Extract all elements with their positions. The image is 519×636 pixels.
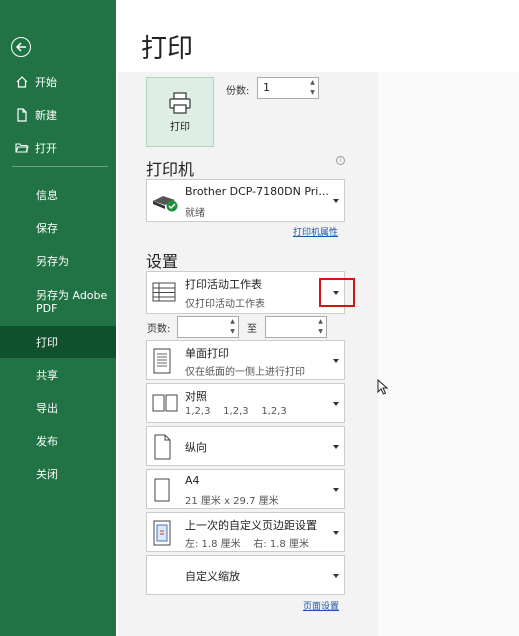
- printer-properties-link[interactable]: 打印机属性: [293, 225, 338, 238]
- chevron-down-icon: [333, 445, 339, 449]
- scaling-dropdown[interactable]: 自定义缩放: [146, 555, 345, 595]
- pages-label: 页数:: [147, 324, 171, 335]
- portrait-page-icon: [154, 434, 171, 460]
- paper-size-dropdown[interactable]: A4 21 厘米 x 29.7 厘米: [146, 469, 345, 509]
- printer-ready-icon: [153, 196, 178, 212]
- nav-export[interactable]: 导出: [0, 393, 116, 423]
- back-arrow-icon[interactable]: [11, 37, 31, 57]
- chevron-down-icon: [333, 574, 339, 578]
- pages-to-down-icon[interactable]: ▼: [316, 327, 325, 337]
- margins-subtitle: 左: 1.8 厘米 右: 1.8 厘米: [185, 539, 309, 550]
- pages-to-label: 至: [247, 324, 257, 335]
- backstage-sidebar: 开始 新建 打开 信息 保存 另存为 另存为 Adobe PDF 打印 共享 导…: [0, 0, 116, 636]
- nav-publish[interactable]: 发布: [0, 426, 116, 456]
- printer-name: Brother DCP-7180DN Pri...: [185, 185, 329, 198]
- collate-icon: [152, 394, 178, 412]
- scaling-title: 自定义缩放: [185, 570, 240, 583]
- home-icon: [15, 75, 29, 89]
- nav-close[interactable]: 关闭: [0, 459, 116, 489]
- print-scope-subtitle: 仅打印活动工作表: [185, 299, 265, 310]
- print-button[interactable]: 打印: [146, 77, 214, 147]
- page-setup-link[interactable]: 页面设置: [303, 599, 339, 612]
- printer-dropdown[interactable]: Brother DCP-7180DN Pri... 就绪: [146, 179, 345, 222]
- copies-label: 份数:: [226, 86, 250, 97]
- info-icon[interactable]: i: [336, 156, 345, 165]
- pages-to-up-icon[interactable]: ▲: [316, 317, 325, 327]
- mouse-cursor-icon: [377, 379, 389, 395]
- chevron-down-icon: [333, 402, 339, 406]
- paper-size-icon: [154, 478, 170, 502]
- margins-dropdown[interactable]: 上一次的自定义页边距设置 左: 1.8 厘米 右: 1.8 厘米: [146, 512, 345, 552]
- nav-share[interactable]: 共享: [0, 360, 116, 390]
- dropdown-highlight-box: [319, 278, 355, 307]
- chevron-down-icon: [333, 359, 339, 363]
- orientation-title: 纵向: [185, 441, 207, 454]
- chevron-down-icon: [333, 199, 339, 203]
- nav-print[interactable]: 打印: [0, 326, 116, 358]
- nav-save-as-pdf[interactable]: 另存为 Adobe PDF: [0, 283, 116, 321]
- collate-dropdown[interactable]: 对照 1,2,3 1,2,3 1,2,3: [146, 383, 345, 423]
- nav-save[interactable]: 保存: [0, 213, 116, 243]
- single-sided-icon: [153, 348, 171, 374]
- printer-icon: [169, 91, 191, 114]
- sides-dropdown[interactable]: 单面打印 仅在纸面的一侧上进行打印: [146, 340, 345, 380]
- paper-size-title: A4: [185, 474, 200, 487]
- printer-heading: 打印机: [146, 160, 195, 179]
- margins-title: 上一次的自定义页边距设置: [185, 519, 317, 532]
- nav-save-as[interactable]: 另存为: [0, 246, 116, 276]
- print-preview-area: [378, 72, 519, 636]
- print-scope-title: 打印活动工作表: [185, 278, 262, 291]
- folder-open-icon: [15, 141, 29, 155]
- printer-status: 就绪: [185, 208, 205, 219]
- page-title: 打印: [141, 34, 194, 64]
- copies-up-icon[interactable]: ▲: [308, 78, 317, 88]
- chevron-down-icon: [333, 531, 339, 535]
- paper-size-subtitle: 21 厘米 x 29.7 厘米: [185, 496, 279, 507]
- print-button-label: 打印: [170, 121, 190, 133]
- sides-subtitle: 仅在纸面的一侧上进行打印: [185, 367, 305, 378]
- nav-divider: [12, 166, 108, 167]
- new-document-icon: [15, 108, 29, 122]
- chevron-down-icon: [333, 488, 339, 492]
- settings-heading: 设置: [146, 252, 179, 271]
- copies-down-icon[interactable]: ▼: [308, 88, 317, 98]
- nav-info[interactable]: 信息: [0, 180, 116, 210]
- orientation-dropdown[interactable]: 纵向: [146, 426, 345, 466]
- nav-new[interactable]: 新建: [0, 100, 116, 130]
- collate-title: 对照: [185, 390, 207, 403]
- margins-icon: [153, 520, 171, 546]
- pages-from-down-icon[interactable]: ▼: [228, 327, 237, 337]
- nav-home[interactable]: 开始: [0, 67, 116, 97]
- nav-open[interactable]: 打开: [0, 133, 116, 163]
- worksheet-grid-icon: [152, 282, 176, 302]
- print-scope-dropdown[interactable]: 打印活动工作表 仅打印活动工作表: [146, 271, 345, 314]
- sides-title: 单面打印: [185, 347, 229, 360]
- pages-from-up-icon[interactable]: ▲: [228, 317, 237, 327]
- collate-subtitle: 1,2,3 1,2,3 1,2,3: [185, 406, 287, 417]
